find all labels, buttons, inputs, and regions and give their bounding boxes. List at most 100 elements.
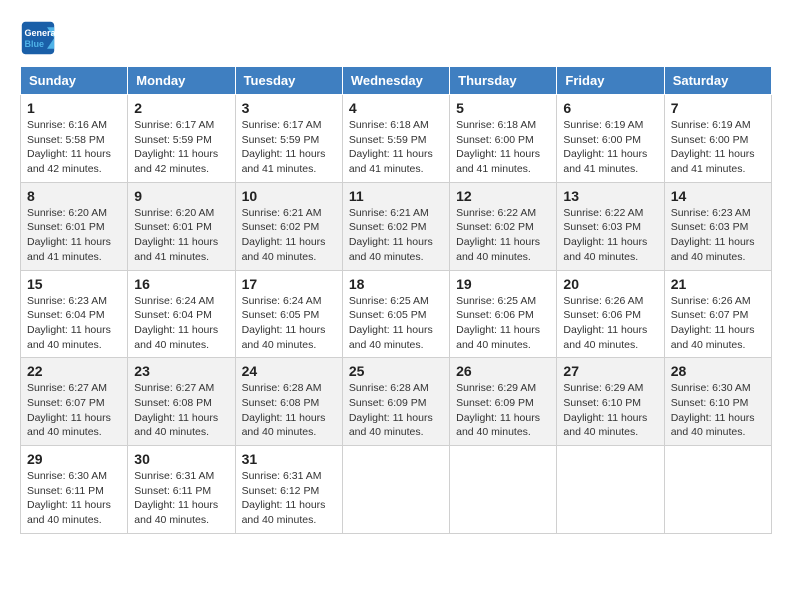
calendar-cell [664, 446, 771, 534]
calendar-cell: 31 Sunrise: 6:31 AMSunset: 6:12 PMDaylig… [235, 446, 342, 534]
day-number: 10 [242, 188, 336, 204]
day-info: Sunrise: 6:27 AMSunset: 6:08 PMDaylight:… [134, 382, 218, 438]
day-info: Sunrise: 6:31 AMSunset: 6:12 PMDaylight:… [242, 470, 326, 526]
calendar-cell: 4 Sunrise: 6:18 AMSunset: 5:59 PMDayligh… [342, 95, 449, 183]
calendar-cell: 11 Sunrise: 6:21 AMSunset: 6:02 PMDaylig… [342, 182, 449, 270]
day-number: 14 [671, 188, 765, 204]
day-number: 16 [134, 276, 228, 292]
day-info: Sunrise: 6:20 AMSunset: 6:01 PMDaylight:… [134, 207, 218, 263]
day-info: Sunrise: 6:22 AMSunset: 6:03 PMDaylight:… [563, 207, 647, 263]
calendar-cell: 22 Sunrise: 6:27 AMSunset: 6:07 PMDaylig… [21, 358, 128, 446]
day-info: Sunrise: 6:30 AMSunset: 6:11 PMDaylight:… [27, 470, 111, 526]
day-info: Sunrise: 6:26 AMSunset: 6:06 PMDaylight:… [563, 295, 647, 351]
day-info: Sunrise: 6:18 AMSunset: 6:00 PMDaylight:… [456, 119, 540, 175]
calendar-header-monday: Monday [128, 67, 235, 95]
logo: General Blue [20, 20, 60, 56]
calendar-cell [342, 446, 449, 534]
calendar-header-tuesday: Tuesday [235, 67, 342, 95]
calendar-cell: 17 Sunrise: 6:24 AMSunset: 6:05 PMDaylig… [235, 270, 342, 358]
calendar-week-row: 22 Sunrise: 6:27 AMSunset: 6:07 PMDaylig… [21, 358, 772, 446]
day-info: Sunrise: 6:22 AMSunset: 6:02 PMDaylight:… [456, 207, 540, 263]
day-number: 13 [563, 188, 657, 204]
calendar-cell: 1 Sunrise: 6:16 AMSunset: 5:58 PMDayligh… [21, 95, 128, 183]
calendar-cell [450, 446, 557, 534]
calendar-cell: 30 Sunrise: 6:31 AMSunset: 6:11 PMDaylig… [128, 446, 235, 534]
calendar-week-row: 1 Sunrise: 6:16 AMSunset: 5:58 PMDayligh… [21, 95, 772, 183]
day-number: 27 [563, 363, 657, 379]
day-number: 3 [242, 100, 336, 116]
calendar-cell: 29 Sunrise: 6:30 AMSunset: 6:11 PMDaylig… [21, 446, 128, 534]
calendar-cell: 14 Sunrise: 6:23 AMSunset: 6:03 PMDaylig… [664, 182, 771, 270]
calendar-cell: 7 Sunrise: 6:19 AMSunset: 6:00 PMDayligh… [664, 95, 771, 183]
calendar-cell: 5 Sunrise: 6:18 AMSunset: 6:00 PMDayligh… [450, 95, 557, 183]
day-info: Sunrise: 6:23 AMSunset: 6:04 PMDaylight:… [27, 295, 111, 351]
day-info: Sunrise: 6:18 AMSunset: 5:59 PMDaylight:… [349, 119, 433, 175]
day-info: Sunrise: 6:19 AMSunset: 6:00 PMDaylight:… [563, 119, 647, 175]
day-number: 22 [27, 363, 121, 379]
day-number: 25 [349, 363, 443, 379]
calendar-header-row: SundayMondayTuesdayWednesdayThursdayFrid… [21, 67, 772, 95]
calendar-cell: 24 Sunrise: 6:28 AMSunset: 6:08 PMDaylig… [235, 358, 342, 446]
day-number: 28 [671, 363, 765, 379]
general-blue-logo-icon: General Blue [20, 20, 56, 56]
calendar-week-row: 8 Sunrise: 6:20 AMSunset: 6:01 PMDayligh… [21, 182, 772, 270]
day-number: 18 [349, 276, 443, 292]
day-info: Sunrise: 6:20 AMSunset: 6:01 PMDaylight:… [27, 207, 111, 263]
day-info: Sunrise: 6:21 AMSunset: 6:02 PMDaylight:… [349, 207, 433, 263]
day-info: Sunrise: 6:30 AMSunset: 6:10 PMDaylight:… [671, 382, 755, 438]
day-info: Sunrise: 6:24 AMSunset: 6:04 PMDaylight:… [134, 295, 218, 351]
day-number: 1 [27, 100, 121, 116]
calendar-cell: 18 Sunrise: 6:25 AMSunset: 6:05 PMDaylig… [342, 270, 449, 358]
day-number: 23 [134, 363, 228, 379]
calendar-header-saturday: Saturday [664, 67, 771, 95]
day-number: 7 [671, 100, 765, 116]
day-info: Sunrise: 6:29 AMSunset: 6:10 PMDaylight:… [563, 382, 647, 438]
day-number: 24 [242, 363, 336, 379]
day-info: Sunrise: 6:17 AMSunset: 5:59 PMDaylight:… [242, 119, 326, 175]
day-info: Sunrise: 6:28 AMSunset: 6:09 PMDaylight:… [349, 382, 433, 438]
svg-text:Blue: Blue [25, 39, 45, 49]
calendar-cell: 13 Sunrise: 6:22 AMSunset: 6:03 PMDaylig… [557, 182, 664, 270]
calendar-cell [557, 446, 664, 534]
calendar-cell: 8 Sunrise: 6:20 AMSunset: 6:01 PMDayligh… [21, 182, 128, 270]
calendar-cell: 19 Sunrise: 6:25 AMSunset: 6:06 PMDaylig… [450, 270, 557, 358]
calendar-cell: 16 Sunrise: 6:24 AMSunset: 6:04 PMDaylig… [128, 270, 235, 358]
calendar-body: 1 Sunrise: 6:16 AMSunset: 5:58 PMDayligh… [21, 95, 772, 534]
day-info: Sunrise: 6:19 AMSunset: 6:00 PMDaylight:… [671, 119, 755, 175]
day-info: Sunrise: 6:23 AMSunset: 6:03 PMDaylight:… [671, 207, 755, 263]
day-info: Sunrise: 6:25 AMSunset: 6:06 PMDaylight:… [456, 295, 540, 351]
day-info: Sunrise: 6:16 AMSunset: 5:58 PMDaylight:… [27, 119, 111, 175]
day-number: 20 [563, 276, 657, 292]
calendar-cell: 2 Sunrise: 6:17 AMSunset: 5:59 PMDayligh… [128, 95, 235, 183]
day-number: 12 [456, 188, 550, 204]
calendar-header-friday: Friday [557, 67, 664, 95]
day-info: Sunrise: 6:26 AMSunset: 6:07 PMDaylight:… [671, 295, 755, 351]
day-info: Sunrise: 6:27 AMSunset: 6:07 PMDaylight:… [27, 382, 111, 438]
day-info: Sunrise: 6:25 AMSunset: 6:05 PMDaylight:… [349, 295, 433, 351]
calendar-cell: 28 Sunrise: 6:30 AMSunset: 6:10 PMDaylig… [664, 358, 771, 446]
day-number: 8 [27, 188, 121, 204]
calendar-header-sunday: Sunday [21, 67, 128, 95]
day-number: 11 [349, 188, 443, 204]
calendar-cell: 15 Sunrise: 6:23 AMSunset: 6:04 PMDaylig… [21, 270, 128, 358]
calendar-cell: 21 Sunrise: 6:26 AMSunset: 6:07 PMDaylig… [664, 270, 771, 358]
day-number: 21 [671, 276, 765, 292]
day-info: Sunrise: 6:17 AMSunset: 5:59 PMDaylight:… [134, 119, 218, 175]
day-number: 26 [456, 363, 550, 379]
day-number: 6 [563, 100, 657, 116]
calendar-header-wednesday: Wednesday [342, 67, 449, 95]
day-info: Sunrise: 6:24 AMSunset: 6:05 PMDaylight:… [242, 295, 326, 351]
calendar-table: SundayMondayTuesdayWednesdayThursdayFrid… [20, 66, 772, 534]
calendar-cell: 20 Sunrise: 6:26 AMSunset: 6:06 PMDaylig… [557, 270, 664, 358]
calendar-cell: 26 Sunrise: 6:29 AMSunset: 6:09 PMDaylig… [450, 358, 557, 446]
day-info: Sunrise: 6:31 AMSunset: 6:11 PMDaylight:… [134, 470, 218, 526]
day-number: 4 [349, 100, 443, 116]
calendar-cell: 6 Sunrise: 6:19 AMSunset: 6:00 PMDayligh… [557, 95, 664, 183]
svg-text:General: General [25, 28, 57, 38]
calendar-week-row: 29 Sunrise: 6:30 AMSunset: 6:11 PMDaylig… [21, 446, 772, 534]
day-number: 5 [456, 100, 550, 116]
day-number: 2 [134, 100, 228, 116]
day-info: Sunrise: 6:29 AMSunset: 6:09 PMDaylight:… [456, 382, 540, 438]
calendar-cell: 12 Sunrise: 6:22 AMSunset: 6:02 PMDaylig… [450, 182, 557, 270]
calendar-cell: 25 Sunrise: 6:28 AMSunset: 6:09 PMDaylig… [342, 358, 449, 446]
